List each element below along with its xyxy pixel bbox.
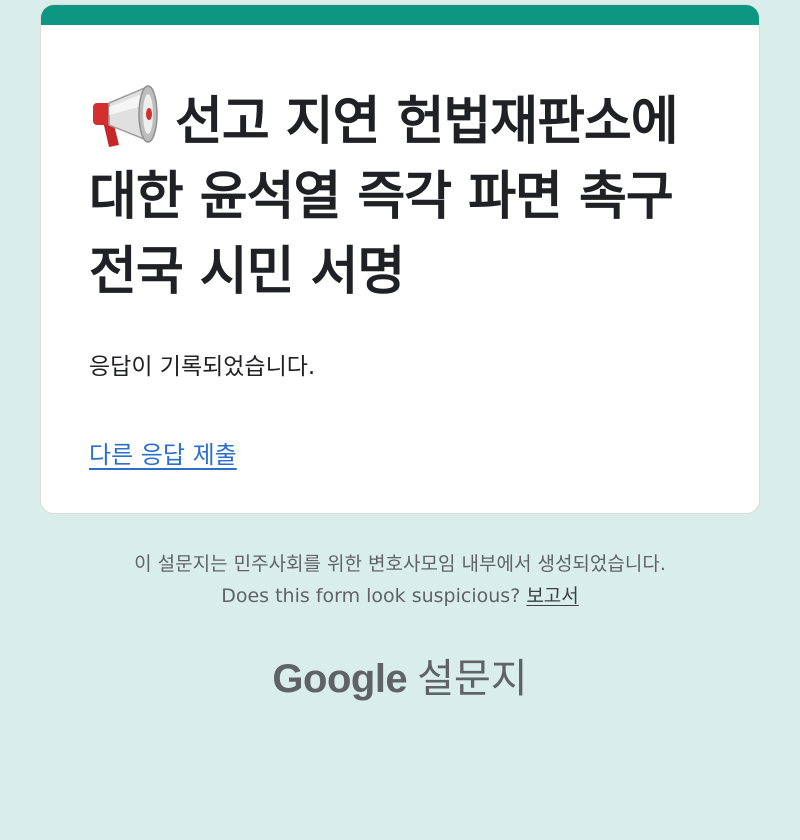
suspicious-prompt: Does this form look suspicious? (221, 585, 521, 607)
suspicious-line: Does this form look suspicious? 보고서 (0, 580, 800, 612)
footer-note: 이 설문지는 민주사회를 위한 변호사모임 내부에서 생성되었습니다. Does… (0, 548, 800, 612)
response-recorded-message: 응답이 기록되었습니다. (89, 354, 316, 380)
google-wordmark: Google (272, 657, 408, 701)
form-card: 선고 지연 헌법재판소에 대한 윤석열 즉각 파면 촉구 전국 시민 서명 응답… (40, 4, 760, 514)
google-forms-logo[interactable]: Google 설문지 (0, 646, 800, 704)
report-link[interactable]: 보고서 (526, 585, 578, 607)
submit-another-response-link[interactable]: 다른 응답 제출 (89, 435, 237, 470)
created-by-text: 이 설문지는 민주사회를 위한 변호사모임 내부에서 생성되었습니다. (134, 553, 666, 575)
forms-product-name: 설문지 (417, 656, 528, 702)
card-accent-bar (41, 5, 759, 25)
form-title: 선고 지연 헌법재판소에 대한 윤석열 즉각 파면 촉구 전국 시민 서명 (89, 81, 729, 310)
form-title-text: 선고 지연 헌법재판소에 대한 윤석열 즉각 파면 촉구 전국 시민 서명 (89, 92, 679, 302)
megaphone-icon (89, 81, 161, 151)
